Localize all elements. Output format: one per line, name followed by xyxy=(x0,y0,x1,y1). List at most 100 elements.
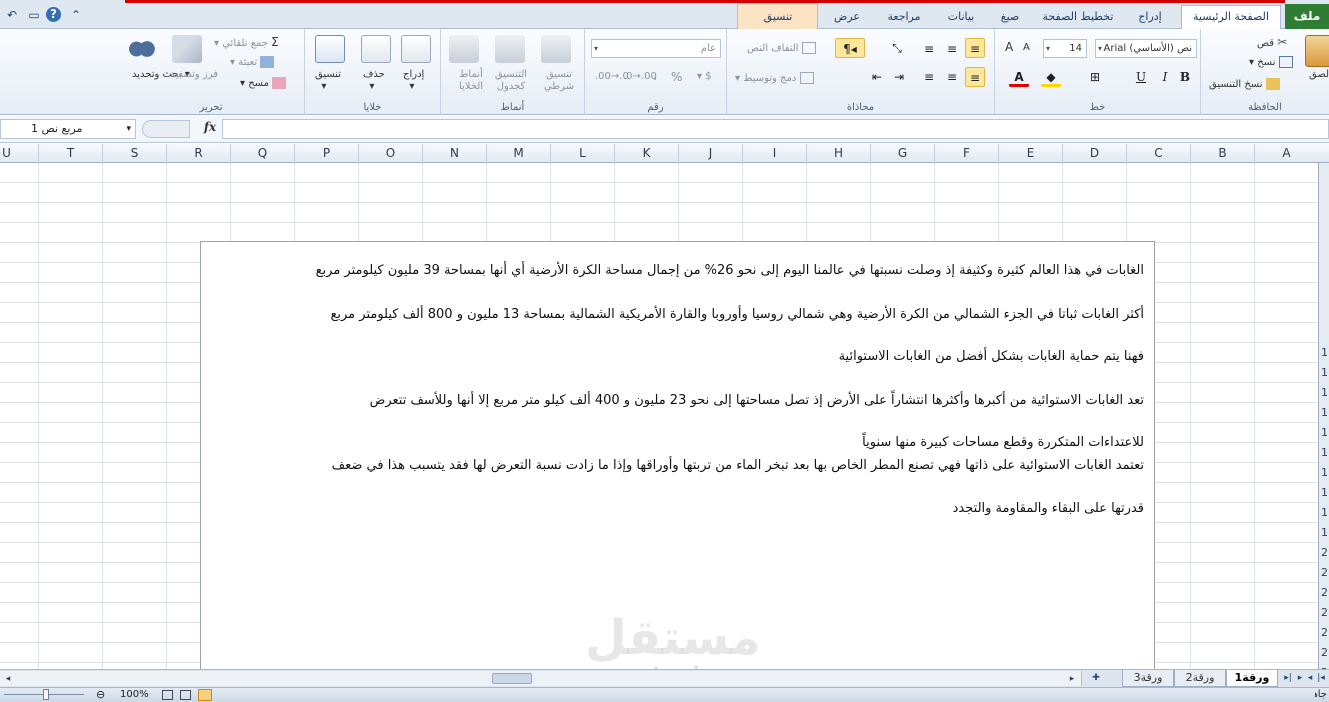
minimize-icon[interactable]: ▭ xyxy=(26,7,42,23)
delete-button[interactable]: حذف ▾ xyxy=(363,69,385,93)
number-format-combo[interactable]: ▾ عام xyxy=(591,39,721,58)
font-name-combo[interactable]: ▾ Arial (الأساسي) نص xyxy=(1095,39,1197,58)
shrink-font-button[interactable]: A xyxy=(1023,42,1030,53)
italic-button[interactable]: I xyxy=(1155,67,1175,87)
zoom-slider-thumb[interactable] xyxy=(43,689,49,700)
row-header[interactable]: 1 xyxy=(1321,426,1329,439)
clear-button[interactable]: ▾ مسح xyxy=(240,77,287,89)
column-header[interactable]: G xyxy=(870,144,934,163)
paste-button[interactable]: لصق xyxy=(1309,69,1329,80)
sheet-tab-3[interactable]: ورقة3 xyxy=(1122,670,1174,687)
formula-input[interactable] xyxy=(222,119,1329,139)
column-header[interactable]: Q xyxy=(230,144,294,163)
row-header[interactable]: 1 xyxy=(1321,466,1329,479)
currency-icon[interactable]: ▾ $ xyxy=(697,71,712,82)
row-header[interactable]: 1 xyxy=(1321,366,1329,379)
row-header[interactable]: 2 xyxy=(1321,586,1329,599)
column-header[interactable]: F xyxy=(934,144,998,163)
font-size-combo[interactable]: ▾ 14 xyxy=(1043,39,1087,58)
column-header[interactable]: T xyxy=(38,144,102,163)
wrap-text-button[interactable]: التفاف النص xyxy=(747,42,816,54)
tab-format[interactable]: تنسيق xyxy=(748,9,808,29)
name-box[interactable]: مربع نص 1 ▾ xyxy=(0,119,136,139)
chevron-down-icon[interactable]: ▾ xyxy=(126,120,131,138)
align-right-icon[interactable]: ≡ xyxy=(965,67,985,87)
formula-bar-collapse[interactable] xyxy=(142,120,190,138)
column-header[interactable]: M xyxy=(486,144,550,163)
binoculars-icon[interactable] xyxy=(126,35,156,63)
align-top-icon[interactable]: ≡ xyxy=(965,38,985,58)
cut-button[interactable]: قص ✂ xyxy=(1257,35,1287,49)
paste-icon[interactable] xyxy=(1305,35,1329,67)
column-header[interactable]: K xyxy=(614,144,678,163)
conditional-formatting-button[interactable]: تنسيق شرطي xyxy=(539,69,579,93)
fill-button[interactable]: ▾ تعبئة xyxy=(230,56,275,68)
copy-button[interactable]: ▾ نسخ xyxy=(1249,56,1293,68)
grow-font-button[interactable]: A xyxy=(1005,40,1013,54)
help-icon[interactable]: ? xyxy=(46,7,61,22)
row-header[interactable]: 1 xyxy=(1321,386,1329,399)
format-button[interactable]: تنسيق ▾ xyxy=(315,69,341,93)
column-header[interactable]: J xyxy=(678,144,742,163)
tab-view[interactable]: عرض xyxy=(826,9,868,29)
sheet-nav-first-icon[interactable]: |◂ xyxy=(1315,672,1327,685)
column-header[interactable]: P xyxy=(294,144,358,163)
ribbon-collapse-icon[interactable]: ⌃ xyxy=(68,7,84,23)
tab-home[interactable]: الصفحة الرئيسية xyxy=(1181,5,1281,30)
sheet-tab-1[interactable]: ورقة1 xyxy=(1226,670,1278,687)
column-header[interactable]: R xyxy=(166,144,230,163)
text-direction-rtl-button[interactable]: ¶◂ xyxy=(835,38,865,58)
page-break-view-icon[interactable] xyxy=(162,690,173,700)
column-header[interactable]: O xyxy=(358,144,422,163)
comma-style-button[interactable]: ، xyxy=(653,69,657,84)
tab-data[interactable]: بيانات xyxy=(940,9,982,29)
undo-icon[interactable]: ↶ xyxy=(4,7,20,23)
row-header[interactable]: 2 xyxy=(1321,606,1329,619)
insert-sheet-icon[interactable]: ✚ xyxy=(1090,672,1102,685)
sheet-nav-last-icon[interactable]: ▸| xyxy=(1282,672,1294,685)
text-box[interactable]: الغابات في هذا العالم كثيرة وكثيفة إذ وص… xyxy=(200,241,1155,671)
increase-indent-icon[interactable]: ⇤ xyxy=(867,67,887,87)
insert-button[interactable]: إدراج ▾ xyxy=(403,69,424,93)
fill-color-icon[interactable]: ◆ xyxy=(1041,67,1061,87)
bold-button[interactable]: B xyxy=(1175,67,1195,87)
sort-filter-button[interactable]: فرز وتصفية xyxy=(170,69,218,80)
align-middle-icon[interactable]: ≡ xyxy=(942,39,962,59)
tab-file[interactable]: ملف xyxy=(1285,4,1329,29)
column-header[interactable]: H xyxy=(806,144,870,163)
row-header[interactable]: 1 xyxy=(1321,346,1329,359)
column-header[interactable]: U xyxy=(0,144,38,163)
row-header[interactable]: 1 xyxy=(1321,486,1329,499)
format-painter-button[interactable]: نسخ التنسيق xyxy=(1209,78,1280,90)
row-header[interactable]: 2 xyxy=(1321,646,1329,659)
autosum-button[interactable]: ▾ جمع تلقائي Σ xyxy=(214,35,279,49)
tab-insert[interactable]: إدراج xyxy=(1128,9,1172,29)
column-header[interactable]: C xyxy=(1126,144,1190,163)
align-bottom-icon[interactable]: ≡ xyxy=(919,39,939,59)
cell-styles-button[interactable]: أنماط الخلايا xyxy=(451,69,491,93)
row-header[interactable]: 1 xyxy=(1321,506,1329,519)
align-left-icon[interactable]: ≡ xyxy=(919,67,939,87)
horizontal-scroll-thumb[interactable] xyxy=(492,673,532,684)
underline-button[interactable]: U xyxy=(1131,67,1151,87)
column-header[interactable]: B xyxy=(1190,144,1254,163)
zoom-slider[interactable] xyxy=(4,689,84,701)
zoom-level[interactable]: 100% xyxy=(120,689,149,700)
zoom-out-icon[interactable]: ⊖ xyxy=(96,688,105,701)
font-color-icon[interactable]: A xyxy=(1009,67,1029,87)
sheet-tab-2[interactable]: ورقة2 xyxy=(1174,670,1226,687)
column-header[interactable]: D xyxy=(1062,144,1126,163)
column-header[interactable]: S xyxy=(102,144,166,163)
merge-center-button[interactable]: ▾ دمج وتوسيط xyxy=(735,72,814,84)
column-header[interactable]: N xyxy=(422,144,486,163)
tab-formulas[interactable]: صيغ xyxy=(992,9,1028,29)
scroll-left-icon[interactable]: ◂ xyxy=(2,673,14,686)
normal-view-icon[interactable] xyxy=(198,689,212,701)
tab-review[interactable]: مراجعة xyxy=(878,9,930,29)
insert-function-button[interactable]: fx xyxy=(200,120,220,138)
column-header[interactable]: I xyxy=(742,144,806,163)
orientation-icon[interactable]: ⤡ xyxy=(887,38,907,58)
scroll-right-icon[interactable]: ▸ xyxy=(1066,673,1078,686)
page-layout-view-icon[interactable] xyxy=(180,690,191,700)
column-header[interactable]: L xyxy=(550,144,614,163)
